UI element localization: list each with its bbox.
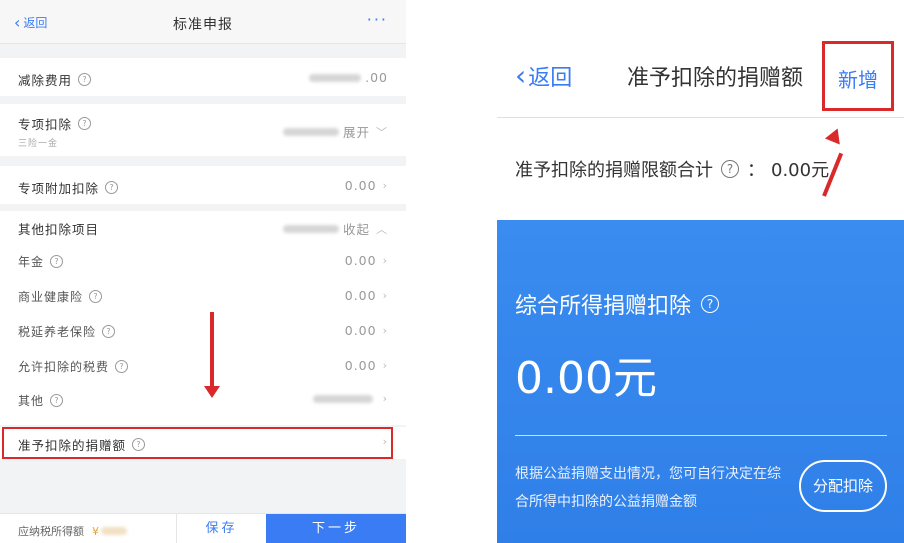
blurred-value [282,224,339,233]
limit-colon: ： [747,160,765,181]
help-icon[interactable]: ? [721,160,739,178]
add-button[interactable]: 新增 [822,41,894,111]
red-arrow-head [824,125,846,145]
back-button[interactable]: ‹ 返回 [515,60,572,92]
blurred-value [101,527,127,535]
donation-card: 综合所得捐赠扣除 ? 0.00元 根据公益捐赠支出情况，您可自行决定在综合所得中… [497,220,904,543]
right-phone-screen: ‹ 返回 准予扣除的捐赠额 新增 准予扣除的捐赠限额合计 ? ： 0.00元 综… [497,0,904,543]
row-allowed-tax[interactable]: 允许扣除的税费 ? [18,358,129,375]
row-special-additional[interactable]: 专项附加扣除 ? 0.00 › [0,166,406,204]
divider [515,435,887,436]
bottom-bar: 应纳税所得额 ¥ 保存 下一步 [0,513,406,543]
chevron-down-icon: ﹀ [376,125,388,139]
row-value: 0.00 [344,178,377,193]
chevron-left-icon: ‹ [515,59,527,92]
help-icon[interactable]: ? [50,394,64,407]
row-label: 允许扣除的税费 [18,360,110,374]
next-button[interactable]: 下一步 [266,514,406,543]
help-icon[interactable]: ? [78,73,92,86]
other-deductions-group: 其他扣除项目 收起 ︿ 年金 ? 0.00 › 商业健康险 ? 0.00 › 税… [0,211,406,425]
help-icon[interactable]: ? [102,325,116,338]
row-other[interactable]: 其他 ? [18,392,64,409]
yen-symbol: ¥ [92,524,99,538]
row-label: 其他 [18,394,45,408]
back-label: 返回 [528,66,573,91]
row-reduction: 减除费用 ? .00 [0,58,406,96]
donation-limit-total: 准予扣除的捐赠限额合计 ? ： 0.00元 [515,156,829,182]
row-value: 0.00 [344,358,377,373]
card-title-text: 综合所得捐赠扣除 [515,294,692,319]
chevron-right-icon: › [382,324,388,337]
row-value: 0.00 [344,288,377,303]
group-label: 其他扣除项目 [18,222,100,237]
chevron-right-icon: › [382,289,388,302]
blurred-value [309,73,362,82]
chevron-right-icon: › [382,359,388,372]
collapse-label[interactable]: 收起 [343,219,370,238]
blurred-value [312,394,373,403]
help-icon[interactable]: ? [115,360,129,373]
help-icon[interactable]: ? [701,295,720,313]
add-label: 新增 [838,68,878,92]
taxable-income-label: 应纳税所得额 [18,525,84,538]
help-icon[interactable]: ? [105,181,119,194]
red-arrow-icon [210,312,214,390]
left-phone-screen: ‹ 返回 标准申报 ··· 减除费用 ? .00 专项扣除 ? 三险一金 展开 … [0,0,406,543]
row-label: 减除费用 [18,73,73,88]
help-icon[interactable]: ? [78,117,92,130]
row-pension[interactable]: 税延养老保险 ? [18,323,116,340]
chevron-right-icon: › [382,392,388,405]
card-title: 综合所得捐赠扣除 ? [515,288,720,320]
taxable-income: 应纳税所得额 ¥ [18,523,131,539]
row-value: .00 [365,70,388,85]
nav-bar: ‹ 返回 标准申报 ··· [0,0,406,44]
row-label: 专项附加扣除 [18,181,100,196]
page-title: 准予扣除的捐赠额 [627,66,804,91]
help-icon[interactable]: ? [89,290,103,303]
row-annuity[interactable]: 年金 ? [18,253,64,270]
row-label: 专项扣除 [18,117,73,132]
row-label: 年金 [18,255,45,269]
card-description: 根据公益捐赠支出情况，您可自行决定在综合所得中扣除的公益捐赠金额 [515,466,781,510]
save-button[interactable]: 保存 [176,514,266,543]
card-amount: 0.00元 [515,353,657,404]
highlight-box [2,427,393,459]
row-health-insurance[interactable]: 商业健康险 ? [18,288,103,305]
blurred-value [282,127,339,136]
row-value: 0.00 [344,253,377,268]
red-arrow-head [204,386,220,398]
chevron-right-icon: › [382,179,388,192]
nav-bar: ‹ 返回 准予扣除的捐赠额 新增 [497,38,904,118]
chevron-right-icon: › [382,254,388,267]
row-value: 0.00 [344,323,377,338]
allocate-button[interactable]: 分配扣除 [799,460,887,512]
more-icon[interactable]: ··· [367,10,388,29]
expand-label: 展开 [342,125,370,140]
limit-value: 0.00元 [771,160,830,181]
help-icon[interactable]: ? [50,255,64,268]
row-special-deduction[interactable]: 专项扣除 ? 三险一金 展开 ﹀ [0,104,406,156]
page-title: 标准申报 [173,17,233,33]
limit-label: 准予扣除的捐赠限额合计 [515,160,713,181]
row-label: 商业健康险 [18,290,84,304]
row-sublabel: 三险一金 [18,139,59,149]
chevron-up-icon: ︿ [376,222,388,236]
row-label: 税延养老保险 [18,325,97,339]
